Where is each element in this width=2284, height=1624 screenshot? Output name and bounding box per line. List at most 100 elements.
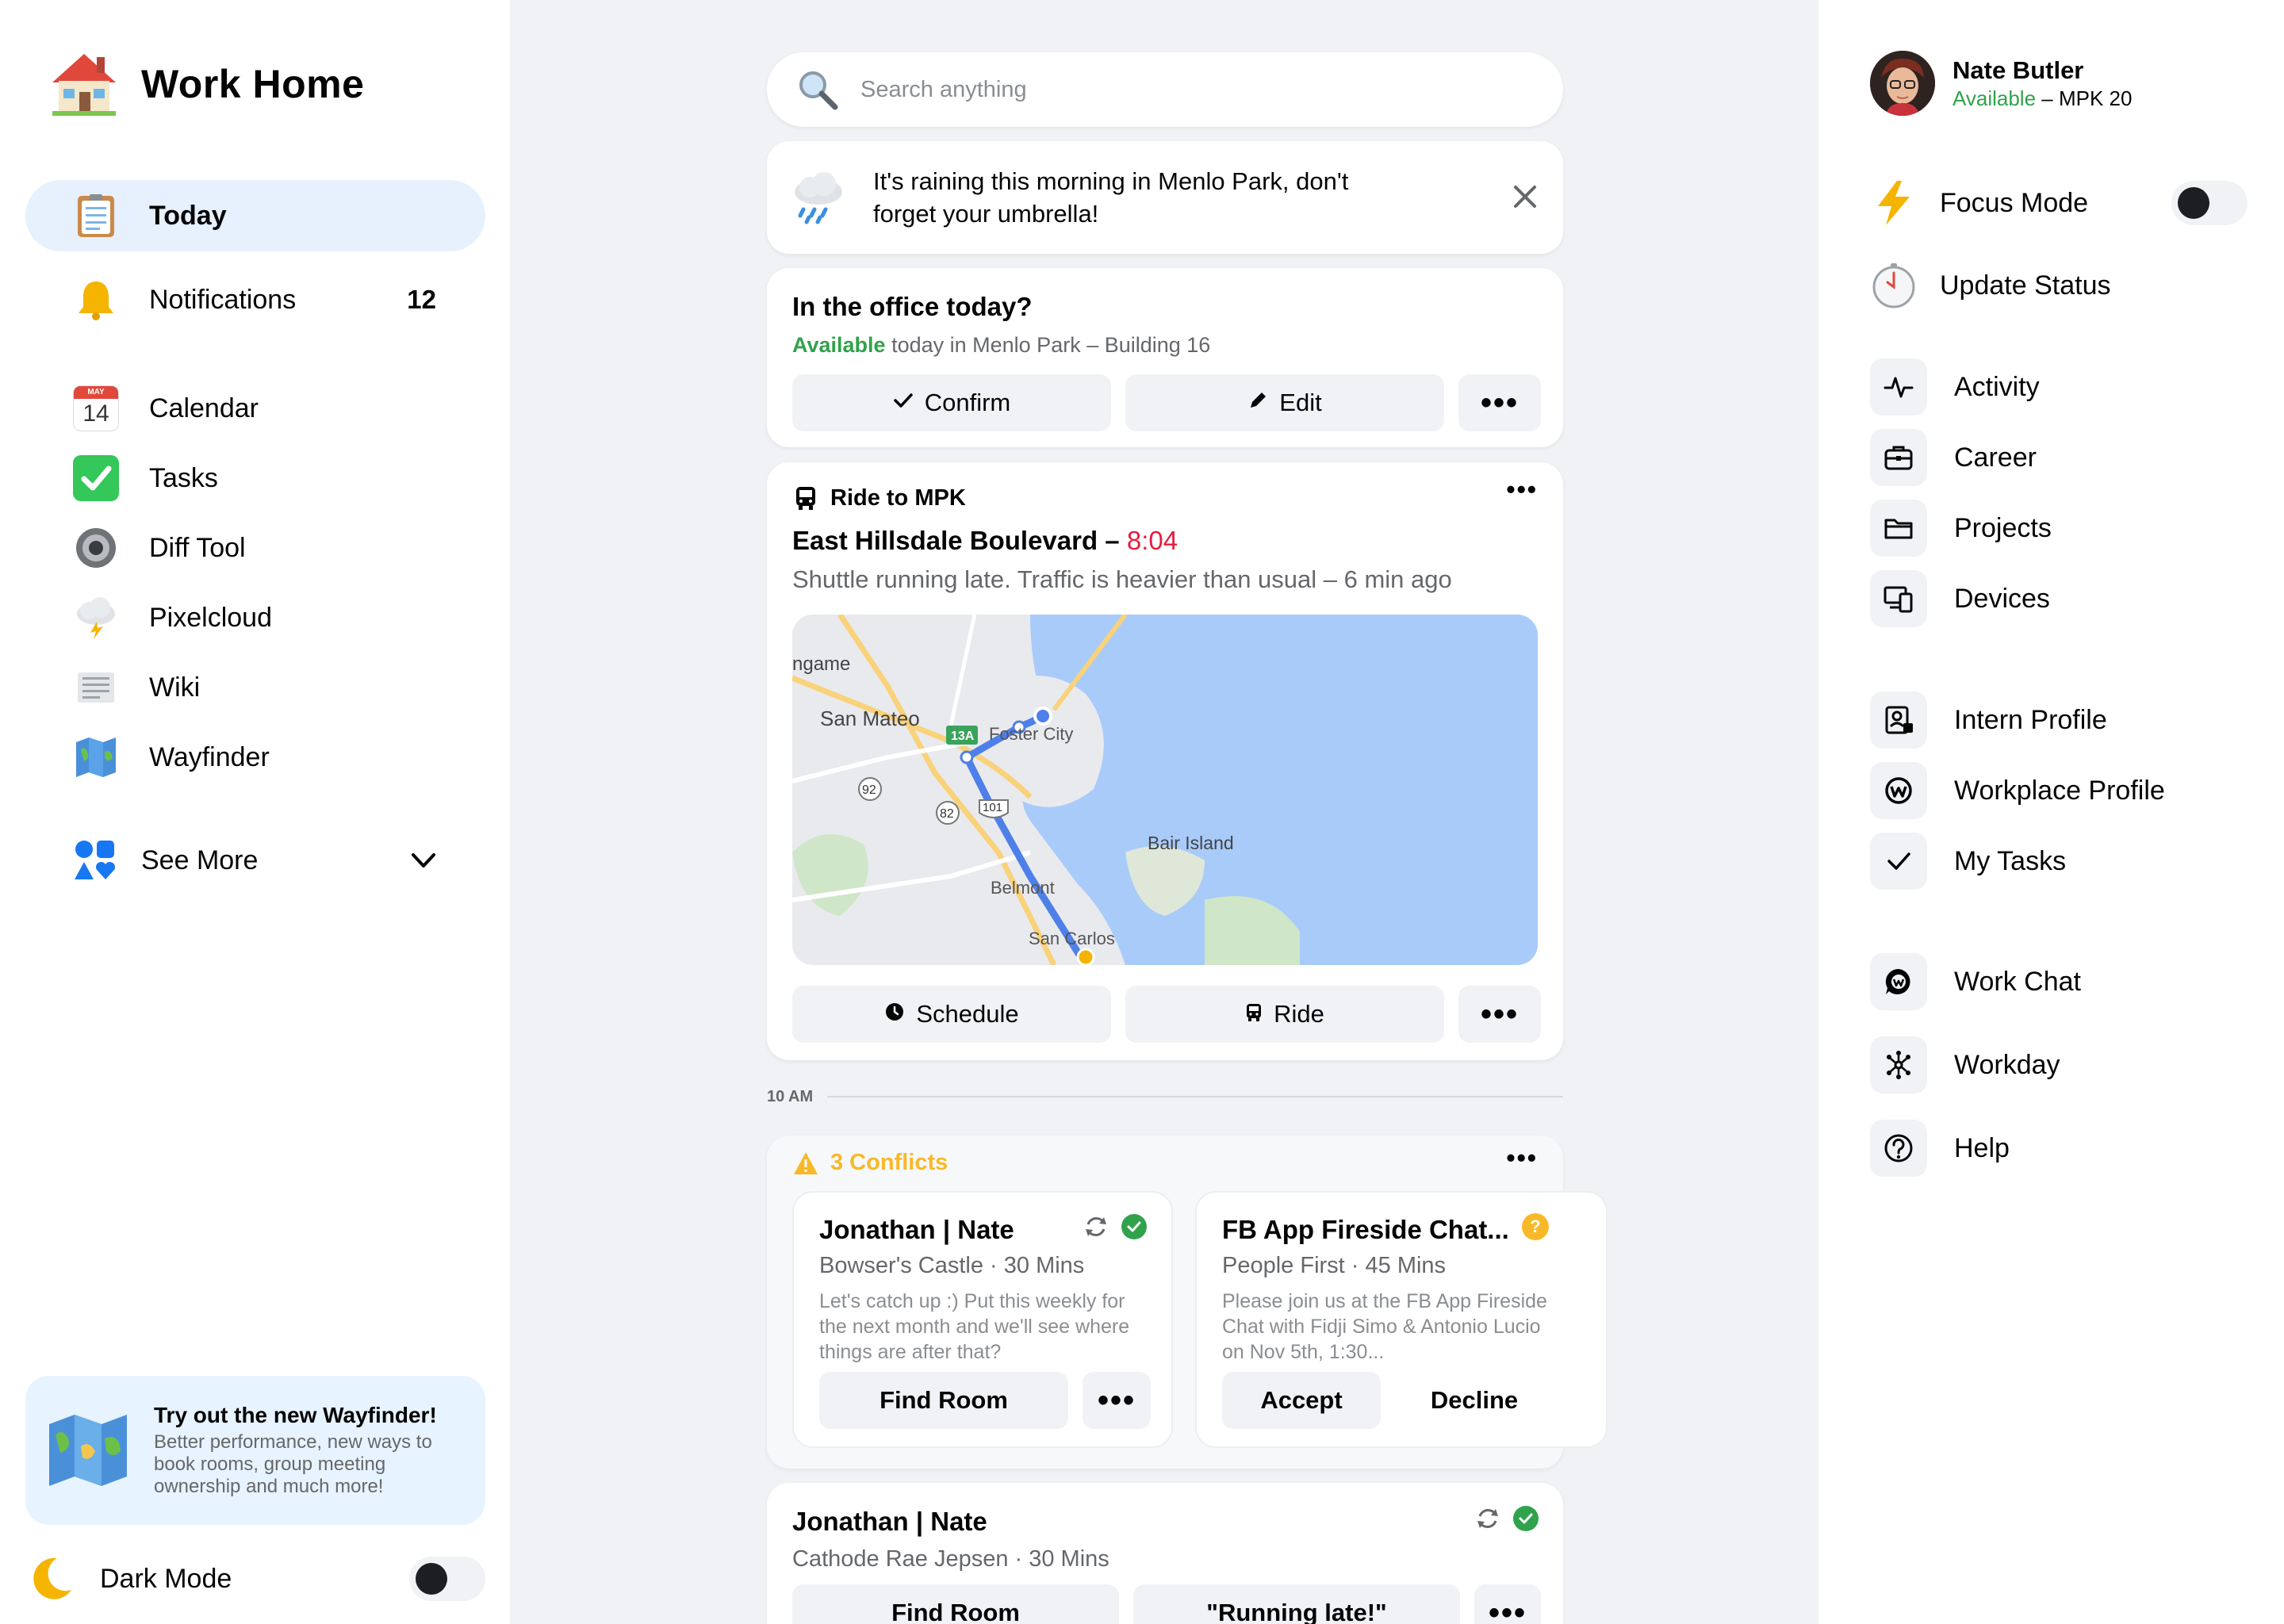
calendar-icon: MAY 14: [73, 385, 119, 431]
decline-label: Decline: [1430, 1386, 1519, 1414]
map-label-san-carlos: San Carlos: [1029, 929, 1115, 948]
folded-map-icon: [44, 1407, 132, 1494]
link-work-chat[interactable]: Work Chat: [1870, 953, 2081, 1010]
sidebar-item-wayfinder[interactable]: Wayfinder: [25, 722, 485, 793]
bus-icon: [1245, 1000, 1263, 1028]
event-meta: Bowser's Castle · 30 Mins: [819, 1253, 1085, 1278]
app-title: Work Home: [141, 62, 365, 106]
ride-label: Ride: [1274, 1000, 1324, 1028]
network-icon: [1870, 1036, 1927, 1094]
app-brand[interactable]: Work Home: [48, 48, 364, 121]
schedule-button[interactable]: Schedule: [792, 986, 1111, 1043]
conflicts-more-button[interactable]: •••: [1506, 1145, 1538, 1170]
ride-stop: East Hillsdale Boulevard – 8:04: [792, 526, 1178, 556]
timeline-label: 10 AM: [767, 1088, 814, 1105]
running-late-label: "Running late!": [1206, 1599, 1387, 1624]
rain-cloud-icon: [795, 172, 842, 224]
map-label-belmont: Belmont: [991, 878, 1055, 898]
link-intern-profile[interactable]: Intern Profile: [1870, 691, 2107, 749]
link-projects[interactable]: Projects: [1870, 500, 2052, 557]
link-workplace-profile[interactable]: Workplace Profile: [1870, 762, 2165, 819]
link-activity[interactable]: Activity: [1870, 358, 2040, 416]
link-workday[interactable]: Workday: [1870, 1036, 2060, 1094]
ride-street: East Hillsdale Boulevard –: [792, 526, 1120, 555]
bell-icon: [73, 277, 119, 323]
more-icon: •••: [1506, 1143, 1538, 1172]
activity-icon: [1870, 358, 1927, 416]
see-more-button[interactable]: See More: [73, 837, 438, 884]
search-input[interactable]: Search anything: [860, 77, 1027, 103]
decline-button[interactable]: Decline: [1395, 1372, 1554, 1429]
ride-button[interactable]: Ride: [1125, 986, 1444, 1043]
weather-message: It's raining this morning in Menlo Park,…: [873, 167, 1349, 228]
link-label: Career: [1954, 442, 2037, 473]
link-my-tasks[interactable]: My Tasks: [1870, 833, 2066, 890]
confirm-button[interactable]: Confirm: [792, 374, 1111, 431]
timeline-divider: 10 AM: [767, 1086, 1563, 1105]
office-title: In the office today?: [792, 292, 1033, 321]
checkbox-icon: [73, 455, 119, 501]
link-label: Work Chat: [1954, 966, 2081, 997]
check-icon: [893, 389, 914, 417]
sidebar-item-wiki[interactable]: Wiki: [25, 652, 485, 723]
sidebar-item-notifications[interactable]: Notifications 12: [25, 264, 485, 335]
focus-mode-toggle[interactable]: [2171, 181, 2248, 225]
running-late-button[interactable]: "Running late!": [1133, 1584, 1460, 1624]
dark-mode-toggle[interactable]: [409, 1557, 485, 1601]
link-devices[interactable]: Devices: [1870, 570, 2050, 627]
more-icon: •••: [1480, 997, 1519, 1032]
pencil-icon: [1247, 389, 1268, 417]
sidebar-item-label: Diff Tool: [149, 532, 246, 563]
link-label: Help: [1954, 1132, 2010, 1163]
ride-more-actions-button[interactable]: •••: [1458, 986, 1541, 1043]
schedule-label: Schedule: [916, 1000, 1019, 1028]
search-icon: [799, 71, 838, 110]
search-bar[interactable]: Search anything: [767, 52, 1563, 127]
calendar-month: MAY: [74, 386, 118, 399]
clipboard-icon: [73, 193, 119, 239]
office-more-button[interactable]: •••: [1458, 374, 1541, 431]
more-icon: •••: [1097, 1383, 1136, 1418]
sidebar-item-tasks[interactable]: Tasks: [25, 442, 485, 514]
gear-icon: [73, 525, 119, 571]
link-label: Devices: [1954, 583, 2050, 614]
sidebar-item-label: Wiki: [149, 672, 201, 703]
event-more-button[interactable]: •••: [1474, 1584, 1541, 1624]
more-icon: •••: [1488, 1595, 1527, 1624]
sidebar-item-diff-tool[interactable]: Diff Tool: [25, 512, 485, 584]
event-card[interactable]: FB App Fireside Chat... People First · 4…: [1195, 1191, 1608, 1448]
sidebar-item-calendar[interactable]: MAY 14 Calendar: [25, 373, 485, 444]
promo-title: Try out the new Wayfinder!: [154, 1403, 437, 1427]
sidebar-item-today[interactable]: Today: [25, 180, 485, 251]
route-map[interactable]: ngame San Mateo Foster City Bair Island …: [792, 615, 1538, 965]
event-title: Jonathan | Nate: [792, 1507, 987, 1536]
accept-button[interactable]: Accept: [1222, 1372, 1381, 1429]
find-room-button[interactable]: Find Room: [819, 1372, 1068, 1429]
find-room-button[interactable]: Find Room: [792, 1584, 1119, 1624]
bus-icon: [796, 487, 815, 510]
update-status-label: Update Status: [1940, 270, 2111, 301]
update-status-button[interactable]: Update Status: [1870, 262, 2110, 309]
event-more-button[interactable]: •••: [1083, 1372, 1151, 1429]
link-help[interactable]: Help: [1870, 1120, 2010, 1177]
sidebar-item-label: Wayfinder: [149, 741, 270, 772]
event-card[interactable]: Jonathan | Nate Bowser's Castle · 30 Min…: [792, 1191, 1173, 1448]
warning-icon: [794, 1151, 818, 1174]
recurring-icon: [1086, 1217, 1106, 1236]
sidebar-item-pixelcloud[interactable]: Pixelcloud: [25, 582, 485, 653]
profile-header[interactable]: Nate Butler Available – MPK 20: [1870, 51, 2132, 116]
event-card-next[interactable]: Jonathan | Nate Cathode Rae Jepsen · 30 …: [767, 1483, 1563, 1624]
right-sidebar: Nate Butler Available – MPK 20 Focus Mod…: [1818, 0, 2284, 1624]
link-career[interactable]: Career: [1870, 429, 2037, 486]
edit-button[interactable]: Edit: [1125, 374, 1444, 431]
dark-mode-row: Dark Mode: [25, 1550, 485, 1607]
wayfinder-promo[interactable]: Try out the new Wayfinder! Better perfor…: [25, 1376, 485, 1525]
devices-icon: [1870, 570, 1927, 627]
confirm-label: Confirm: [924, 389, 1011, 416]
checkmark-icon: [1870, 833, 1927, 890]
ride-more-button[interactable]: •••: [1506, 477, 1538, 502]
chevron-down-icon: [412, 853, 435, 868]
recurring-icon: [1477, 1509, 1498, 1528]
map-label-burlingame: ngame: [792, 653, 850, 675]
close-icon[interactable]: [1511, 182, 1539, 211]
